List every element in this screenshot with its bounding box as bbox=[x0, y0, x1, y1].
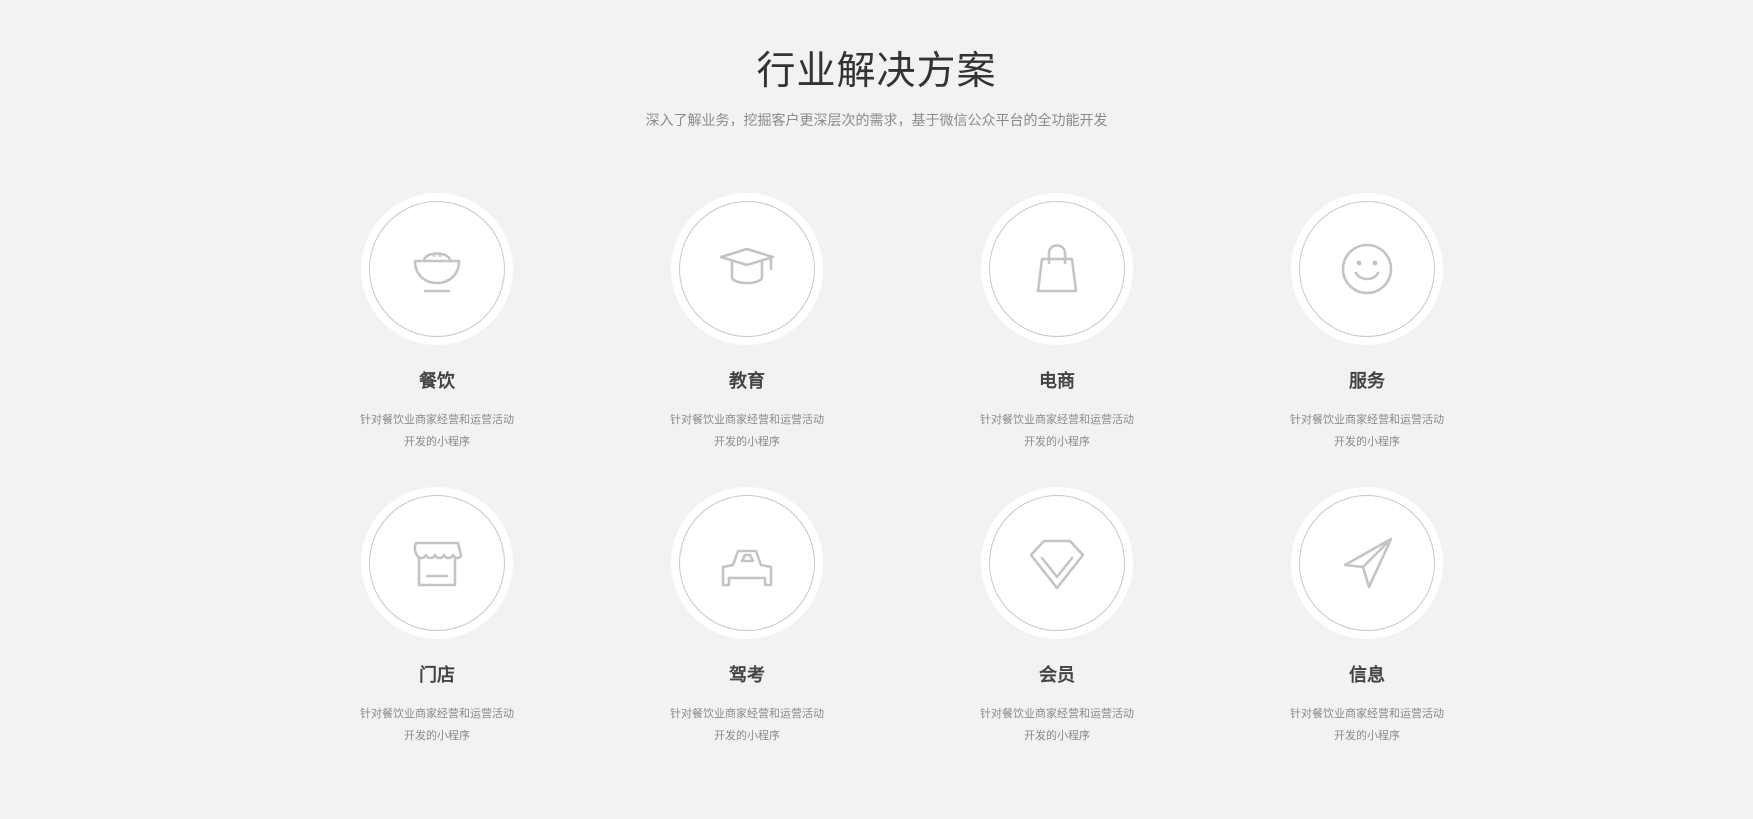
icon-circle bbox=[1291, 487, 1443, 639]
solution-description: 针对餐饮业商家经营和运营活动 开发的小程序 bbox=[360, 413, 514, 448]
solution-title: 驾考 bbox=[729, 665, 765, 686]
solution-title: 信息 bbox=[1349, 665, 1385, 686]
icon-circle bbox=[361, 193, 513, 345]
diamond-icon bbox=[1027, 533, 1087, 593]
solution-card-driving-test[interactable]: 驾考 针对餐饮业商家经营和运营活动 开发的小程序 bbox=[637, 487, 857, 757]
solution-description: 针对餐饮业商家经营和运营活动 开发的小程序 bbox=[360, 707, 514, 742]
solution-card-membership[interactable]: 会员 针对餐饮业商家经营和运营活动 开发的小程序 bbox=[947, 487, 1167, 757]
icon-circle bbox=[671, 193, 823, 345]
solution-title: 电商 bbox=[1039, 371, 1075, 392]
solution-card-catering[interactable]: 餐饮 针对餐饮业商家经营和运营活动 开发的小程序 bbox=[327, 193, 547, 463]
solution-description: 针对餐饮业商家经营和运营活动 开发的小程序 bbox=[980, 707, 1134, 742]
solution-title: 餐饮 bbox=[419, 371, 455, 392]
graduation-cap-icon bbox=[717, 239, 777, 299]
icon-circle bbox=[361, 487, 513, 639]
solution-title: 教育 bbox=[729, 371, 765, 392]
icon-circle bbox=[1291, 193, 1443, 345]
store-icon bbox=[407, 533, 467, 593]
solution-title: 门店 bbox=[419, 665, 455, 686]
bowl-icon bbox=[407, 239, 467, 299]
solutions-grid: 餐饮 针对餐饮业商家经营和运营活动 开发的小程序 教育 针对餐饮业商家经营和运营… bbox=[0, 0, 1753, 819]
solution-card-ecommerce[interactable]: 电商 针对餐饮业商家经营和运营活动 开发的小程序 bbox=[947, 193, 1167, 463]
solution-description: 针对餐饮业商家经营和运营活动 开发的小程序 bbox=[980, 413, 1134, 448]
smiley-icon bbox=[1337, 239, 1397, 299]
car-icon bbox=[717, 533, 777, 593]
solution-card-education[interactable]: 教育 针对餐饮业商家经营和运营活动 开发的小程序 bbox=[637, 193, 857, 463]
solution-description: 针对餐饮业商家经营和运营活动 开发的小程序 bbox=[1290, 707, 1444, 742]
icon-circle bbox=[671, 487, 823, 639]
icon-circle bbox=[981, 487, 1133, 639]
solution-card-information[interactable]: 信息 针对餐饮业商家经营和运营活动 开发的小程序 bbox=[1257, 487, 1477, 757]
icon-circle bbox=[981, 193, 1133, 345]
solution-description: 针对餐饮业商家经营和运营活动 开发的小程序 bbox=[670, 413, 824, 448]
solution-title: 会员 bbox=[1039, 665, 1075, 686]
solution-title: 服务 bbox=[1349, 371, 1385, 392]
solution-card-store[interactable]: 门店 针对餐饮业商家经营和运营活动 开发的小程序 bbox=[327, 487, 547, 757]
solution-description: 针对餐饮业商家经营和运营活动 开发的小程序 bbox=[1290, 413, 1444, 448]
solution-card-service[interactable]: 服务 针对餐饮业商家经营和运营活动 开发的小程序 bbox=[1257, 193, 1477, 463]
shopping-bag-icon bbox=[1027, 239, 1087, 299]
paper-plane-icon bbox=[1337, 533, 1397, 593]
solution-description: 针对餐饮业商家经营和运营活动 开发的小程序 bbox=[670, 707, 824, 742]
